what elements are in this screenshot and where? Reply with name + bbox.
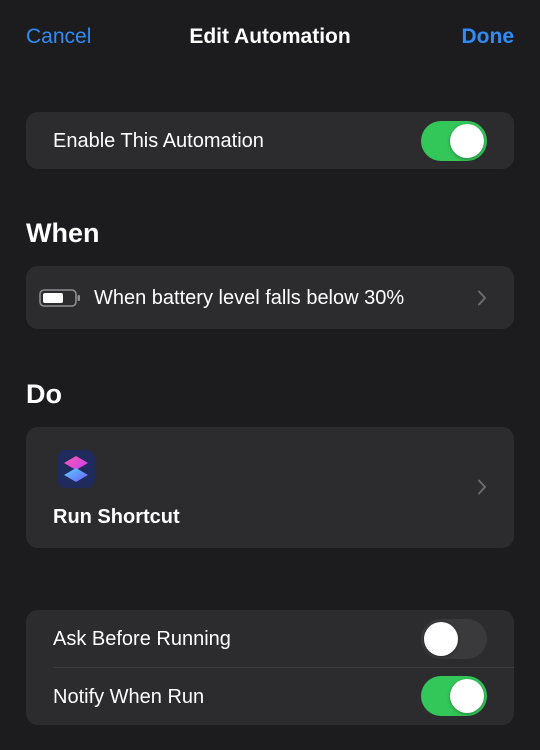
navigation-bar: Cancel Edit Automation Done (0, 0, 540, 74)
notify-when-run-label: Notify When Run (53, 686, 205, 708)
action-label: Run Shortcut (53, 506, 180, 528)
notify-when-run-toggle[interactable] (421, 676, 487, 716)
battery-icon (39, 289, 80, 307)
enable-automation-row: Enable This Automation (26, 112, 514, 169)
row-divider (53, 667, 514, 668)
enable-automation-toggle[interactable] (421, 121, 487, 161)
trigger-row[interactable]: When battery level falls below 30% (26, 266, 514, 329)
action-row[interactable]: Run Shortcut (26, 427, 514, 548)
chevron-right-icon (478, 290, 486, 306)
edit-automation-screen: Cancel Edit Automation Done Enable This … (0, 0, 540, 750)
do-section-header: Do (26, 379, 62, 409)
toggle-knob (450, 124, 484, 158)
ask-before-running-label: Ask Before Running (53, 628, 231, 650)
page-title: Edit Automation (189, 25, 351, 48)
options-group: Ask Before Running Notify When Run (26, 610, 514, 725)
trigger-label: When battery level falls below 30% (94, 287, 405, 309)
shortcuts-app-icon (57, 450, 95, 488)
enable-automation-label: Enable This Automation (53, 130, 264, 152)
done-button[interactable]: Done (462, 24, 515, 50)
toggle-knob (424, 622, 458, 656)
toggle-knob (450, 679, 484, 713)
ask-before-running-toggle[interactable] (421, 619, 487, 659)
when-section-header: When (26, 218, 100, 248)
chevron-right-icon (478, 479, 486, 495)
